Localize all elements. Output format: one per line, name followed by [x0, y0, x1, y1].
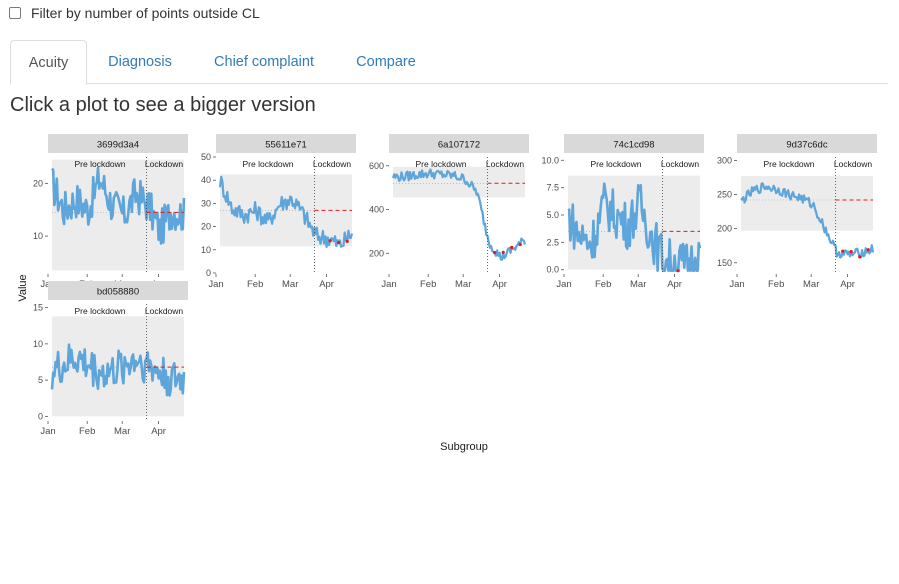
y-tick-label: 300	[717, 155, 732, 165]
out-of-limit-point	[676, 269, 680, 273]
phase-label-lockdown: Lockdown	[661, 159, 700, 169]
phase-label-pre: Pre lockdown	[74, 159, 125, 169]
x-tick-label: Mar	[803, 279, 819, 290]
chart-panel: 9d37c6dc Pre lockdown Lockdown 150 200 250 300…	[717, 134, 877, 290]
x-tick-label: Jan	[729, 279, 744, 290]
y-tick-label: 10	[201, 245, 211, 255]
out-of-limit-point	[858, 255, 862, 259]
y-tick-label: 0.0	[546, 265, 559, 275]
x-tick-label: Apr	[151, 426, 166, 437]
phase-label-lockdown: Lockdown	[313, 159, 352, 169]
phase-label-pre: Pre lockdown	[242, 159, 293, 169]
x-tick-label: Feb	[595, 279, 611, 290]
y-tick-label: 10.0	[541, 155, 559, 165]
x-tick-label: Mar	[455, 279, 471, 290]
x-tick-label: Mar	[282, 279, 298, 290]
y-tick-label: 0	[38, 411, 43, 421]
out-of-limit-point	[328, 239, 332, 243]
y-tick-label: 50	[201, 152, 211, 162]
phase-label-pre: Pre lockdown	[763, 159, 814, 169]
y-tick-label: 2.5	[546, 237, 559, 247]
y-tick-label: 150	[717, 258, 732, 268]
x-tick-label: Jan	[40, 426, 55, 437]
y-tick-label: 400	[369, 205, 384, 215]
phase-label-lockdown: Lockdown	[486, 159, 525, 169]
panel-title: 55611e71	[265, 140, 307, 151]
y-tick-label: 600	[369, 161, 384, 171]
y-tick-label: 20	[201, 222, 211, 232]
y-tick-label: 200	[369, 248, 384, 258]
y-tick-label: 0	[206, 268, 211, 278]
y-tick-label: 40	[201, 175, 211, 185]
y-tick-label: 200	[717, 224, 732, 234]
panel-title: 74c1cd98	[613, 140, 654, 151]
phase-label-pre: Pre lockdown	[415, 159, 466, 169]
out-of-limit-point	[849, 250, 853, 254]
y-tick-label: 30	[201, 198, 211, 208]
out-of-limit-point	[510, 245, 514, 249]
x-tick-label: Feb	[79, 426, 95, 437]
control-charts-grid[interactable]: 3699d3a4 Pre lockdown Lockdown 10 20 Jan Feb Ma…	[0, 0, 899, 584]
y-tick-label: 10	[33, 231, 43, 241]
panel-title: 3699d3a4	[97, 140, 139, 151]
y-tick-label: 10	[33, 339, 43, 349]
y-axis-title: Value	[17, 274, 29, 301]
x-tick-label: Mar	[114, 426, 130, 437]
x-tick-label: Apr	[840, 279, 855, 290]
y-tick-label: 20	[33, 178, 43, 188]
y-tick-label: 5.0	[546, 210, 559, 220]
phase-label-lockdown: Lockdown	[145, 306, 184, 316]
panel-title: bd058880	[97, 287, 139, 298]
out-of-limit-point	[518, 242, 522, 247]
y-tick-label: 15	[33, 303, 43, 313]
pre-lockdown-band	[52, 316, 147, 417]
out-of-limit-point	[345, 239, 349, 243]
out-of-limit-point	[866, 248, 870, 252]
x-tick-label: Feb	[768, 279, 784, 290]
x-tick-label: Mar	[630, 279, 646, 290]
chart-panel: 3699d3a4Pre lockdownLockdown1020JanFebMa…	[33, 134, 188, 290]
y-tick-label: 250	[717, 190, 732, 200]
panel-title: 9d37c6dc	[786, 140, 827, 151]
x-tick-label: Jan	[556, 279, 571, 290]
phase-label-pre: Pre lockdown	[74, 306, 125, 316]
x-tick-label: Apr	[319, 279, 334, 290]
lockdown-band	[487, 166, 525, 198]
x-tick-label: Feb	[420, 279, 436, 290]
x-tick-label: Jan	[381, 279, 396, 290]
out-of-limit-point	[493, 251, 497, 255]
chart-panel: bd058880 Pre lockdown Lockdown 0 5 10 15 Jan Feb…	[33, 281, 188, 437]
panel-title: 6a107172	[438, 140, 480, 151]
chart-panel: 6a107172 Pre lockdown Lockdown 200 400 600 Jan…	[369, 134, 529, 290]
phase-label-pre: Pre lockdown	[590, 159, 641, 169]
x-tick-label: Feb	[247, 279, 263, 290]
out-of-limit-point	[337, 241, 341, 245]
lockdown-band	[835, 176, 873, 231]
y-tick-label: 7.5	[546, 183, 559, 193]
x-tick-label: Apr	[667, 279, 682, 290]
pre-lockdown-band	[568, 175, 663, 270]
x-tick-label: Apr	[492, 279, 507, 290]
x-tick-label: Jan	[208, 279, 223, 290]
phase-label-lockdown: Lockdown	[834, 159, 873, 169]
out-of-limit-point	[841, 249, 845, 253]
x-axis-title: Subgroup	[440, 441, 488, 453]
y-tick-label: 5	[38, 375, 43, 385]
chart-panel: 55611e71 Pre lockdown Lockdown 0 10 20 30 40 50 J…	[201, 134, 356, 290]
out-of-limit-point	[501, 250, 505, 254]
phase-label-lockdown: Lockdown	[145, 159, 184, 169]
chart-panel: 74c1cd98 Pre lockdown Lockdown 0.0 2.5 5.0 7.5…	[541, 134, 704, 290]
